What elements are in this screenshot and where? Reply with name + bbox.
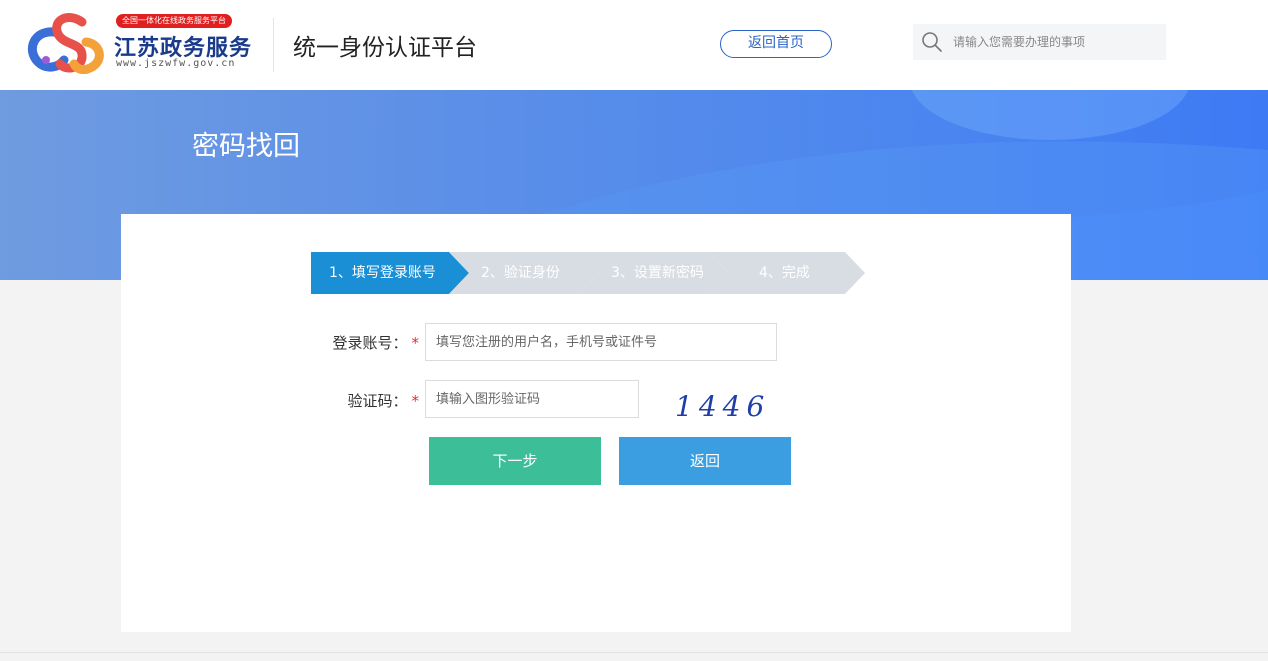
back-to-home-button[interactable]: 返回首页	[720, 30, 832, 58]
step-2: 2、验证身份	[449, 252, 599, 294]
step-4-label: 4、完成	[759, 265, 810, 281]
step-2-label: 2、验证身份	[481, 265, 560, 281]
step-3-label: 3、设置新密码	[611, 265, 704, 281]
captcha-input[interactable]	[425, 380, 639, 418]
account-label-group: 登录账号： *	[301, 332, 419, 353]
jszwfw-logo-icon[interactable]	[24, 12, 106, 74]
captcha-label: 验证码：	[347, 392, 408, 410]
account-input[interactable]	[425, 323, 777, 361]
back-button[interactable]: 返回	[619, 437, 791, 485]
search-box	[913, 24, 1166, 60]
step-4: 4、完成	[709, 252, 869, 294]
search-icon[interactable]	[921, 31, 943, 53]
header-divider	[273, 18, 274, 72]
captcha-text: 1446	[675, 390, 770, 423]
brand-url: www.jszwfw.gov.cn	[116, 58, 236, 69]
captcha-required-mark: *	[411, 392, 420, 410]
step-3: 3、设置新密码	[579, 252, 729, 294]
recovery-card: 1、填写登录账号 2、验证身份 3、设置新密码 4、完成 登录账号：* 验证码：…	[121, 214, 1071, 632]
next-step-button[interactable]: 下一步	[429, 437, 601, 485]
platform-title: 统一身份认证平台	[293, 35, 477, 61]
account-required-mark: *	[411, 334, 420, 352]
progress-steps: 1、填写登录账号 2、验证身份 3、设置新密码 4、完成	[311, 252, 871, 294]
captcha-image[interactable]: 1446	[673, 384, 803, 428]
captcha-label-group: 验证码： *	[301, 390, 419, 411]
step-1: 1、填写登录账号	[311, 252, 471, 294]
search-input[interactable]	[953, 24, 1161, 60]
footer-divider	[0, 652, 1268, 653]
account-label: 登录账号：	[332, 334, 408, 352]
header: 全国一体化在线政务服务平台 江苏政务服务 www.jszwfw.gov.cn 统…	[0, 0, 1268, 90]
platform-badge: 全国一体化在线政务服务平台	[116, 14, 232, 28]
page-title: 密码找回	[192, 131, 300, 162]
step-1-label: 1、填写登录账号	[329, 265, 436, 281]
